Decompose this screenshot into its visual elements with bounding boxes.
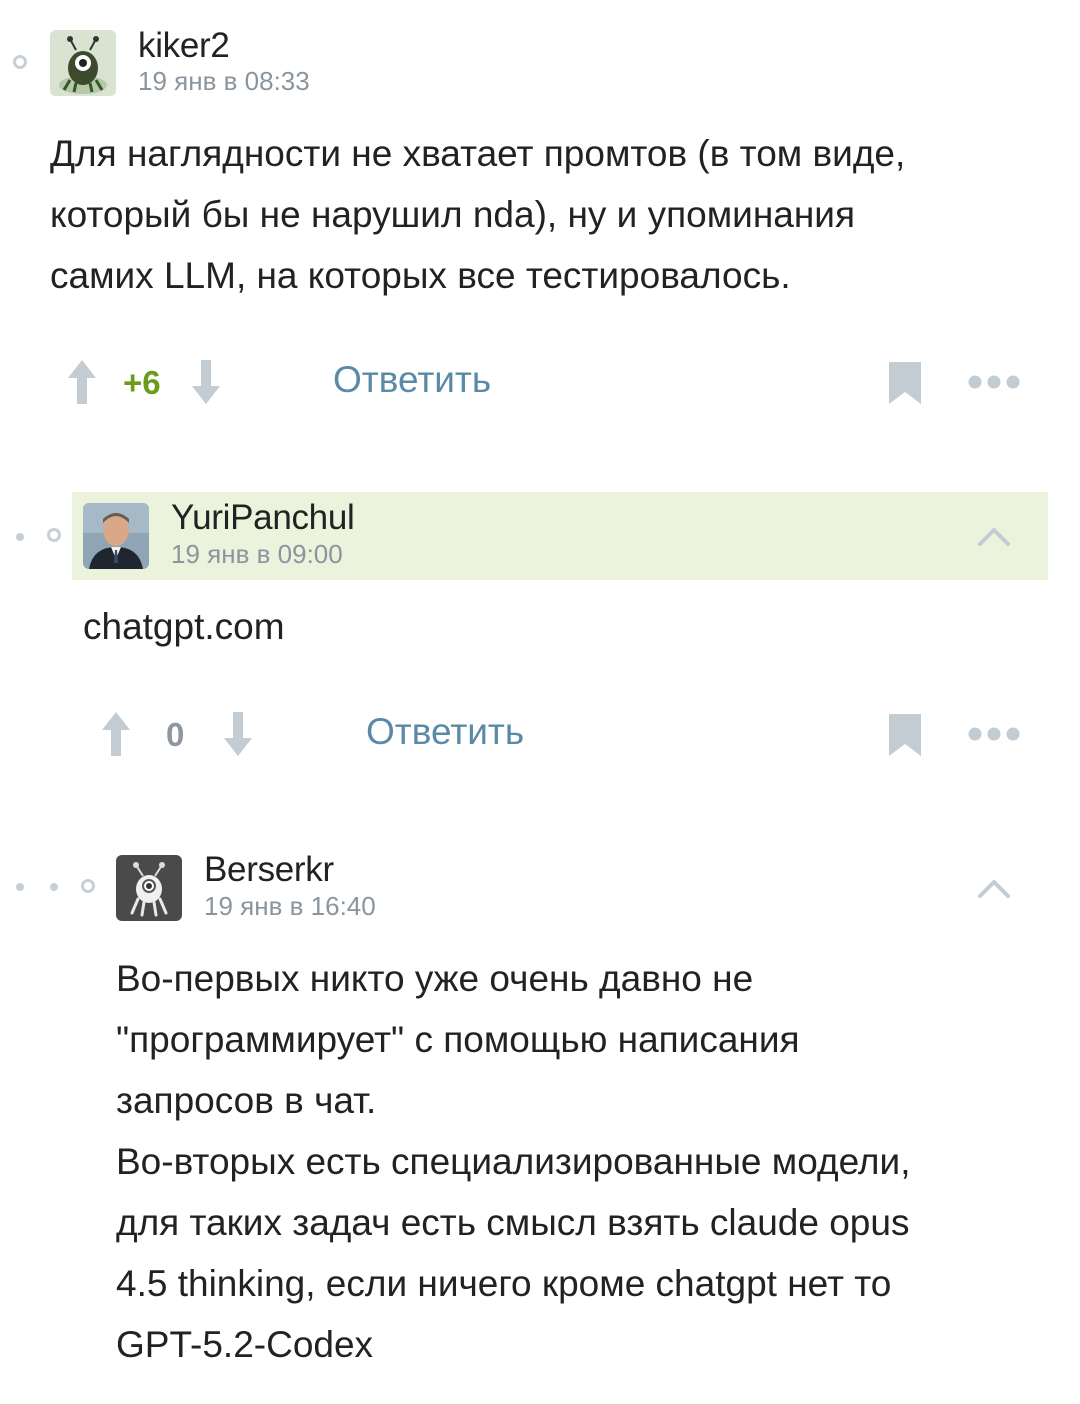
chevron-up-icon[interactable]	[977, 525, 1011, 547]
comment-author[interactable]: Berserkr	[204, 850, 334, 890]
thread-level-ring-icon	[81, 879, 95, 893]
comment-timestamp[interactable]: 19 янв в 09:00	[171, 539, 343, 570]
comment-line: запросов в чат.	[116, 1080, 377, 1121]
bookmark-icon[interactable]	[887, 360, 923, 406]
comment-score: +6	[123, 364, 161, 401]
comment-author[interactable]: YuriPanchul	[171, 498, 355, 538]
comment-timestamp[interactable]: 19 янв в 08:33	[138, 66, 310, 97]
avatar[interactable]	[116, 855, 182, 921]
avatar[interactable]	[83, 503, 149, 569]
comment-line: 4.5 thinking, если ничего кроме chatgpt …	[116, 1263, 892, 1304]
comment-line: Для наглядности не хватает промтов (в то…	[50, 133, 906, 174]
comment-line: который бы не нарушил nda), ну и упомина…	[50, 194, 855, 235]
downvote-arrow-icon[interactable]	[222, 710, 254, 758]
upvote-arrow-icon[interactable]	[100, 710, 132, 758]
comment-line: chatgpt.com	[83, 606, 285, 647]
thread-level-dot-icon	[50, 883, 58, 891]
comment-line: Во-вторых есть специализированные модели…	[116, 1141, 911, 1182]
avatar[interactable]	[50, 30, 116, 96]
chevron-up-icon[interactable]	[977, 877, 1011, 899]
reply-button[interactable]: Ответить	[333, 359, 491, 401]
comment-body: chatgpt.com	[83, 596, 285, 657]
thread-level-dot-icon	[16, 533, 24, 541]
comment-line: для таких задач есть смысл взять claude …	[116, 1202, 910, 1243]
thread-level-ring-icon	[13, 55, 27, 69]
comment-line: Во-первых никто уже очень давно не	[116, 958, 754, 999]
comment-timestamp[interactable]: 19 янв в 16:40	[204, 891, 376, 922]
comment-line: самих LLM, на которых все тестировалось.	[50, 255, 791, 296]
comment-body: Во-первых никто уже очень давно не "прог…	[116, 948, 910, 1375]
reply-button[interactable]: Ответить	[366, 711, 524, 753]
comment-author[interactable]: kiker2	[138, 26, 230, 66]
downvote-arrow-icon[interactable]	[190, 358, 222, 406]
thread-level-ring-icon	[47, 528, 61, 542]
comment-line: "программирует" с помощью написания	[116, 1019, 800, 1060]
comment-line: GPT-5.2-Codex	[116, 1324, 374, 1365]
upvote-arrow-icon[interactable]	[66, 358, 98, 406]
bookmark-icon[interactable]	[887, 712, 923, 758]
thread-level-dot-icon	[16, 883, 24, 891]
comment-body: Для наглядности не хватает промтов (в то…	[50, 123, 905, 306]
more-options-icon[interactable]	[967, 374, 1021, 390]
comment-score: 0	[166, 716, 185, 753]
more-options-icon[interactable]	[967, 726, 1021, 742]
